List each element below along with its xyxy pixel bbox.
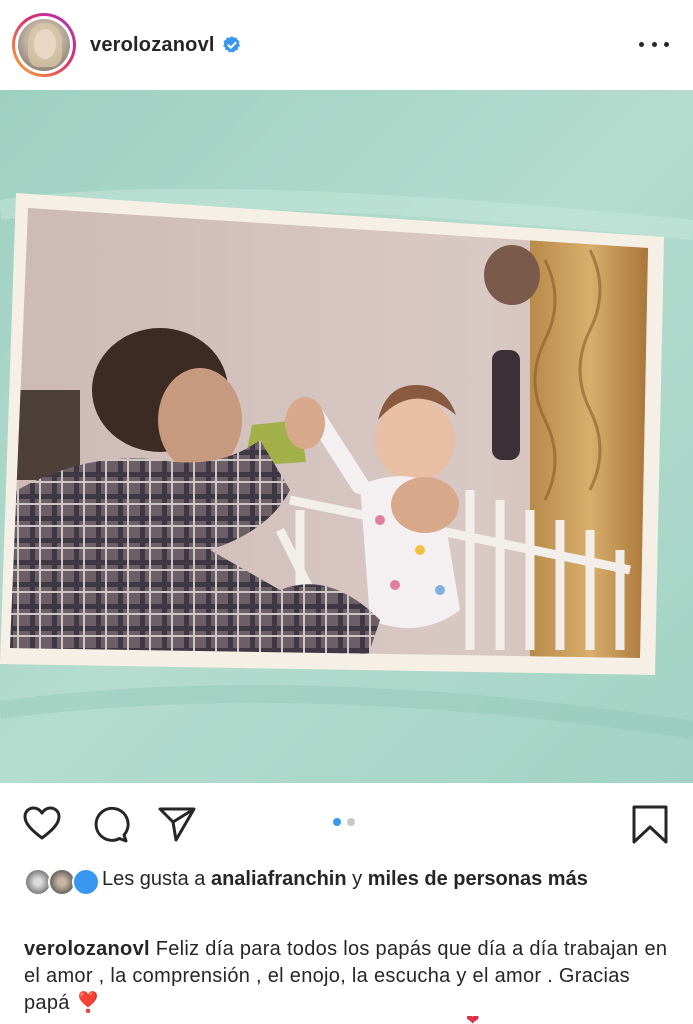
verified-badge-icon (222, 36, 240, 53)
avatar-image (18, 19, 70, 71)
heart-emoji-icon: ❤ (466, 1016, 482, 1024)
liker-avatars (24, 866, 102, 898)
caption-username-link[interactable]: verolozanovl (24, 938, 150, 960)
action-bar (0, 790, 693, 854)
profile-avatar[interactable] (12, 13, 76, 77)
carousel-dot (347, 818, 355, 826)
heart-icon[interactable] (22, 804, 62, 844)
post-caption: verolozanovl Feliz día para todos los pa… (24, 936, 674, 1017)
post-photo[interactable] (0, 90, 693, 783)
likes-others-link[interactable]: miles de personas más (368, 868, 588, 890)
liker-username-link[interactable]: analiafranchin (211, 868, 347, 890)
post-header: verolozanovl (0, 0, 693, 90)
likes-summary[interactable]: Les gusta a analiafranchin y miles de pe… (24, 866, 664, 898)
heart-exclamation-emoji: ❣️ (75, 992, 101, 1014)
likes-text: Les gusta a analiafranchin y miles de pe… (102, 868, 588, 890)
carousel-indicator (333, 818, 355, 826)
bookmark-icon[interactable] (630, 804, 670, 844)
liker-avatar (72, 868, 100, 896)
more-options-icon[interactable] (639, 32, 669, 56)
username-link[interactable]: verolozanovl (90, 34, 215, 57)
comment-icon[interactable] (90, 804, 130, 844)
post-photo-illustration (0, 90, 693, 783)
paper-plane-icon[interactable] (157, 804, 197, 844)
carousel-dot-active (333, 818, 341, 826)
